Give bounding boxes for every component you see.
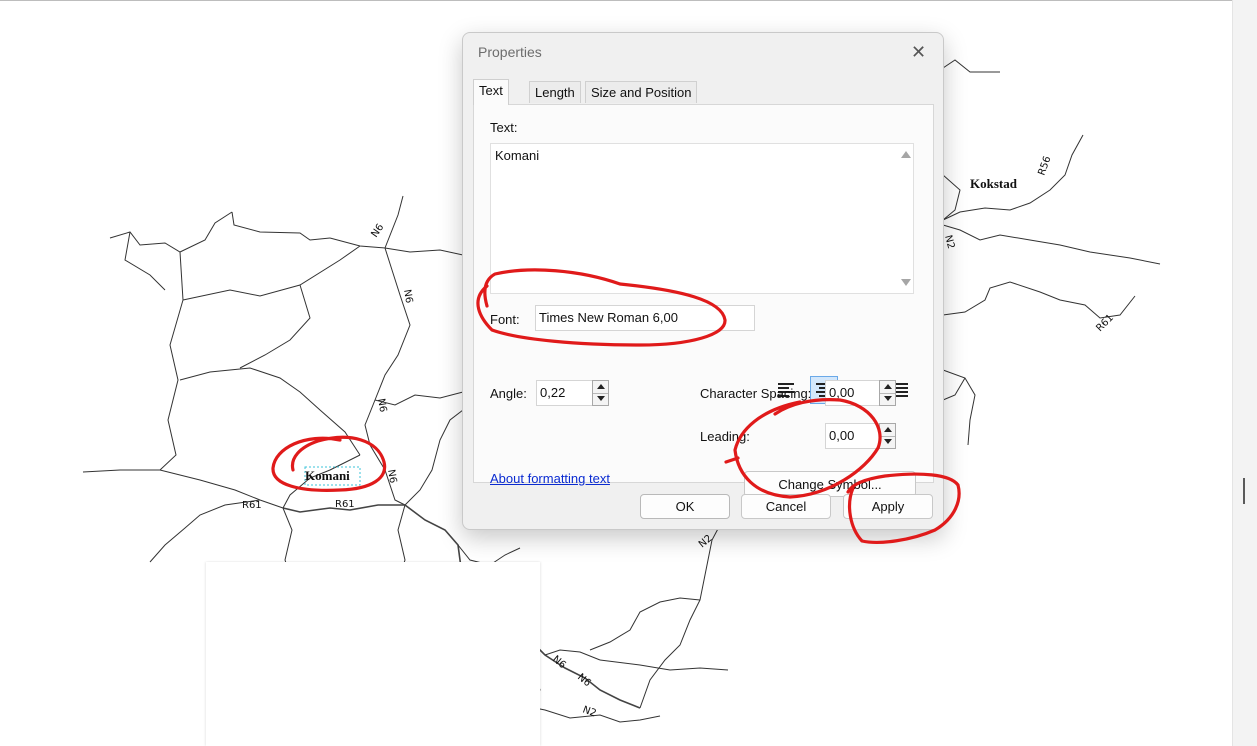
route-label: N6 (385, 469, 398, 485)
leading-label: Leading: (700, 429, 750, 444)
text-input-value: Komani (495, 148, 540, 163)
text-input-scrollbar[interactable] (897, 145, 912, 292)
angle-down-icon[interactable] (593, 393, 608, 405)
angle-field[interactable]: 0,22 (536, 380, 594, 406)
route-label: N6 (401, 289, 414, 305)
text-label: Text: (490, 120, 518, 135)
route-label: R56 (1036, 155, 1053, 177)
route-label: N6 (369, 222, 386, 240)
scroll-down-icon[interactable] (901, 279, 911, 286)
dialog-title: Properties (478, 44, 542, 60)
about-formatting-text-link[interactable]: About formatting text (490, 471, 610, 486)
text-tab-panel: Text: Komani Font: Times New Roman 6,00 (473, 104, 934, 497)
page-sheet (206, 562, 540, 746)
angle-label: Angle: (490, 386, 527, 401)
tab-size-and-position[interactable]: Size and Position (585, 81, 698, 103)
font-label: Font: (490, 312, 520, 327)
route-label: N6 (375, 398, 388, 414)
tab-length[interactable]: Length (529, 81, 581, 103)
scroll-up-icon[interactable] (901, 151, 911, 158)
route-label: N2 (942, 234, 956, 250)
ok-button[interactable]: OK (640, 494, 730, 519)
leading-spinner[interactable] (879, 423, 896, 449)
leading-down-icon[interactable] (880, 436, 895, 448)
text-input[interactable]: Komani (490, 143, 914, 294)
scrollbar-thumb[interactable] (1243, 478, 1245, 504)
properties-dialog: Properties ✕ Text Length Size and Positi… (462, 32, 944, 530)
character-spacing-label: Character Spacing: (700, 386, 812, 401)
font-field[interactable]: Times New Roman 6,00 (535, 305, 755, 331)
town-label-komani[interactable]: Komani (305, 468, 350, 483)
close-icon[interactable]: ✕ (911, 43, 926, 61)
route-label: R61 (242, 500, 262, 511)
character-spacing-down-icon[interactable] (880, 393, 895, 405)
character-spacing-field[interactable]: 0,00 (825, 380, 881, 406)
town-label-kokstad: Kokstad (970, 176, 1018, 191)
vertical-scrollbar[interactable] (1232, 0, 1257, 746)
leading-field[interactable]: 0,00 (825, 423, 881, 449)
route-label: R61 (335, 499, 355, 510)
angle-spinner[interactable] (592, 380, 609, 406)
tab-text[interactable]: Text (473, 79, 509, 105)
route-label: N2 (697, 533, 715, 550)
cancel-button[interactable]: Cancel (741, 494, 831, 519)
route-label: N2 (581, 704, 598, 719)
character-spacing-spinner[interactable] (879, 380, 896, 406)
apply-button[interactable]: Apply (843, 494, 933, 519)
